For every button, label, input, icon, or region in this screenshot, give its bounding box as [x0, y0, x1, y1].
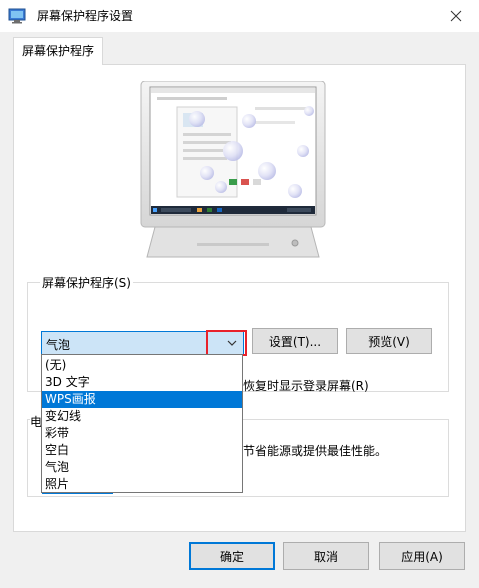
monitor-app-icon	[8, 8, 26, 24]
title-bar: 屏幕保护程序设置	[0, 0, 479, 32]
monitor-preview	[137, 80, 329, 261]
dropdown-option[interactable]: 空白	[42, 442, 242, 459]
resume-logon-checkbox-label[interactable]: 恢复时显示登录屏幕(R)	[243, 377, 369, 394]
screensaver-group-label: 屏幕保护程序(S)	[40, 274, 133, 291]
tab-screensaver[interactable]: 屏幕保护程序	[13, 37, 103, 65]
preview-button[interactable]: 预览(V)	[346, 328, 432, 354]
dropdown-arrow-highlight	[206, 330, 247, 356]
ok-button[interactable]: 确定	[189, 542, 275, 570]
dropdown-option[interactable]: 照片	[42, 476, 242, 493]
apply-button[interactable]: 应用(A)	[379, 542, 465, 570]
power-description: 节省能源或提供最佳性能。	[243, 444, 388, 458]
dropdown-option[interactable]: 3D 文字	[42, 374, 242, 391]
dropdown-option[interactable]: 变幻线	[42, 408, 242, 425]
dropdown-option[interactable]: 彩带	[42, 425, 242, 442]
screensaver-select-value: 气泡	[46, 338, 71, 352]
close-button[interactable]	[433, 0, 479, 32]
close-icon	[450, 10, 462, 22]
window-title: 屏幕保护程序设置	[37, 9, 134, 23]
screensaver-dropdown-list[interactable]: (无) 3D 文字 WPS画报 变幻线 彩带 空白 气泡 照片	[41, 354, 243, 493]
dropdown-option[interactable]: 气泡	[42, 459, 242, 476]
dropdown-option-highlighted[interactable]: WPS画报	[42, 391, 242, 408]
cancel-button[interactable]: 取消	[283, 542, 369, 570]
tab-label: 屏幕保护程序	[21, 44, 94, 58]
dropdown-option[interactable]: (无)	[42, 357, 242, 374]
settings-button[interactable]: 设置(T)...	[252, 328, 338, 354]
